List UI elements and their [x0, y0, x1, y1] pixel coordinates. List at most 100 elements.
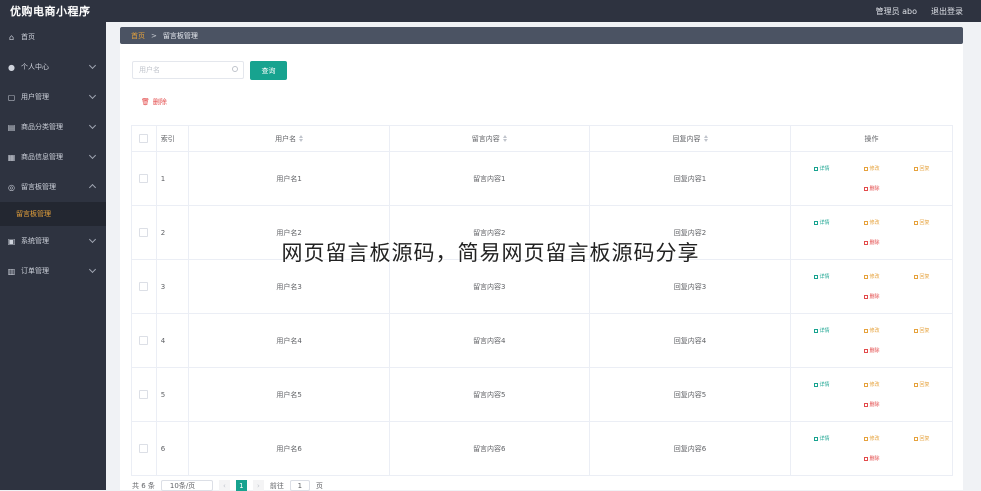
- row-reply: 回复内容5: [588, 367, 792, 422]
- edit-button[interactable]: 修改: [847, 273, 897, 280]
- sort-icon[interactable]: [502, 135, 507, 142]
- checkbox[interactable]: [139, 282, 149, 291]
- edit-button[interactable]: 修改: [847, 165, 897, 172]
- delete-label: 删除: [869, 294, 880, 300]
- detail-button[interactable]: 详情: [797, 165, 847, 172]
- edit-label: 修改: [869, 274, 880, 280]
- delete-button[interactable]: 删除: [847, 185, 897, 192]
- order-icon: ▥: [7, 266, 16, 276]
- detail-label: 详情: [819, 220, 830, 226]
- checkbox[interactable]: [139, 444, 149, 453]
- detail-icon: [813, 274, 818, 279]
- row-select[interactable]: [131, 151, 157, 206]
- sidebar-item-label: 商品分类管理: [21, 123, 63, 131]
- search-username-input[interactable]: [132, 61, 244, 79]
- delete-icon: [863, 402, 868, 407]
- column-username[interactable]: 用户名: [188, 125, 390, 152]
- query-button[interactable]: 查询: [250, 61, 287, 80]
- reply-button[interactable]: 回复: [897, 165, 947, 172]
- detail-button[interactable]: 详情: [797, 435, 847, 442]
- reply-button[interactable]: 回复: [897, 327, 947, 334]
- row-actions: 详情 修改 回复 删除: [790, 421, 953, 476]
- edit-icon: [863, 220, 868, 225]
- edit-label: 修改: [869, 328, 880, 334]
- edit-button[interactable]: 修改: [847, 435, 897, 442]
- edit-label: 修改: [869, 436, 880, 442]
- sidebar-item-home[interactable]: ⌂ 首页: [0, 22, 106, 52]
- sidebar-item-profile[interactable]: ● 个人中心: [0, 52, 106, 82]
- reply-label: 回复: [919, 274, 930, 280]
- reply-button[interactable]: 回复: [897, 435, 947, 442]
- header-select-all[interactable]: [131, 125, 157, 152]
- delete-button[interactable]: 删除: [847, 455, 897, 462]
- detail-label: 详情: [819, 436, 830, 442]
- checkbox[interactable]: [139, 134, 149, 143]
- batch-delete-label: 删除: [152, 98, 167, 106]
- delete-icon: [863, 456, 868, 461]
- sidebar-item-users[interactable]: ▢ 用户管理: [0, 82, 106, 112]
- checkbox[interactable]: [139, 228, 149, 237]
- logout-link[interactable]: 退出登录: [931, 6, 963, 17]
- page-number-current[interactable]: 1: [235, 480, 247, 491]
- sidebar-item-messages[interactable]: ◎ 留言板管理: [0, 172, 106, 202]
- row-actions: 详情 修改 回复 删除: [790, 313, 953, 368]
- sidebar-item-category[interactable]: ▤ 商品分类管理: [0, 112, 106, 142]
- row-reply: 回复内容4: [588, 313, 792, 368]
- sort-icon[interactable]: [299, 135, 304, 142]
- column-reply[interactable]: 回复内容: [588, 125, 792, 152]
- edit-label: 修改: [869, 166, 880, 172]
- reply-label: 回复: [919, 382, 930, 388]
- row-select[interactable]: [131, 367, 157, 422]
- column-message-label: 留言内容: [471, 134, 500, 143]
- table-row: 6 用户名6 留言内容6 回复内容6 详情 修改 回复 删除: [131, 421, 953, 476]
- goto-page-input[interactable]: 1: [289, 480, 310, 491]
- detail-icon: [813, 166, 818, 171]
- edit-button[interactable]: 修改: [847, 219, 897, 226]
- reply-button[interactable]: 回复: [897, 273, 947, 280]
- delete-icon: [863, 294, 868, 299]
- row-message: 留言内容6: [388, 421, 590, 476]
- next-page-button[interactable]: ›: [252, 480, 264, 491]
- checkbox[interactable]: [139, 390, 149, 399]
- column-message[interactable]: 留言内容: [388, 125, 590, 152]
- delete-icon: [863, 186, 868, 191]
- edit-icon: [863, 328, 868, 333]
- breadcrumb-home[interactable]: 首页: [131, 31, 145, 41]
- table-body: 1 用户名1 留言内容1 回复内容1 详情 修改 回复 删除 2 用户名2 留言…: [131, 151, 953, 476]
- row-message: 留言内容4: [388, 313, 590, 368]
- reply-button[interactable]: 回复: [897, 381, 947, 388]
- row-select[interactable]: [131, 259, 157, 314]
- detail-button[interactable]: 详情: [797, 381, 847, 388]
- sort-icon[interactable]: [703, 135, 708, 142]
- row-select[interactable]: [131, 313, 157, 368]
- batch-delete-button[interactable]: 🗑 删除: [141, 97, 167, 107]
- detail-button[interactable]: 详情: [797, 327, 847, 334]
- prev-page-button[interactable]: ‹: [218, 480, 230, 491]
- admin-user-label[interactable]: 管理员 abo: [876, 6, 917, 17]
- row-select[interactable]: [131, 421, 157, 476]
- reply-button[interactable]: 回复: [897, 219, 947, 226]
- page-size-select[interactable]: 10条/页: [160, 480, 213, 491]
- sidebar-subitem-messages[interactable]: 留言板管理: [0, 202, 106, 226]
- delete-button[interactable]: 删除: [847, 401, 897, 408]
- reply-icon: [913, 382, 918, 387]
- delete-button[interactable]: 删除: [847, 347, 897, 354]
- detail-label: 详情: [819, 382, 830, 388]
- clear-icon[interactable]: [232, 66, 238, 72]
- home-icon: ⌂: [8, 32, 15, 42]
- delete-button[interactable]: 删除: [847, 293, 897, 300]
- table-header-row: 索引 用户名 留言内容 回复内容 操作: [131, 125, 953, 152]
- checkbox[interactable]: [139, 336, 149, 345]
- sidebar-item-label: 留言板管理: [21, 183, 56, 191]
- sidebar-item-goods[interactable]: ▦ 商品信息管理: [0, 142, 106, 172]
- edit-button[interactable]: 修改: [847, 381, 897, 388]
- detail-button[interactable]: 详情: [797, 219, 847, 226]
- sidebar-item-label: 商品信息管理: [21, 153, 63, 161]
- row-actions: 详情 修改 回复 删除: [790, 151, 953, 206]
- breadcrumb-separator: >: [151, 31, 157, 40]
- row-username: 用户名5: [188, 367, 390, 422]
- checkbox[interactable]: [139, 174, 149, 183]
- detail-button[interactable]: 详情: [797, 273, 847, 280]
- table-row: 3 用户名3 留言内容3 回复内容3 详情 修改 回复 删除: [131, 259, 953, 314]
- edit-button[interactable]: 修改: [847, 327, 897, 334]
